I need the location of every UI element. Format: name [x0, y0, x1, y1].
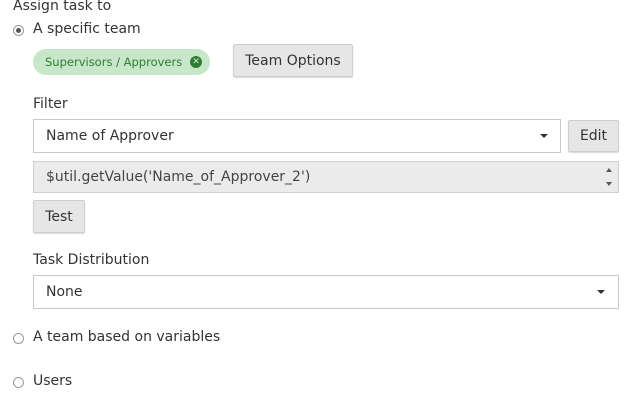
radio-specific-team[interactable]: [13, 25, 24, 36]
filter-select[interactable]: Name of Approver: [33, 119, 561, 153]
filter-select-value: Name of Approver: [46, 128, 174, 144]
scroll-down-icon[interactable]: [606, 182, 612, 186]
assign-task-heading: Assign task to: [13, 0, 112, 14]
task-distribution-select[interactable]: None: [33, 275, 619, 309]
team-options-button[interactable]: Team Options: [233, 44, 353, 77]
test-button[interactable]: Test: [33, 200, 85, 233]
scroll-up-icon[interactable]: [606, 168, 612, 172]
radio-users-label[interactable]: Users: [33, 373, 72, 389]
filter-expression-field[interactable]: $util.getValue('Name_of_Approver_2'): [33, 161, 619, 193]
chevron-down-icon: [597, 290, 605, 294]
remove-chip-icon[interactable]: ✕: [190, 56, 203, 68]
chevron-down-icon: [540, 134, 548, 138]
filter-label: Filter: [33, 96, 68, 112]
radio-users[interactable]: [13, 377, 24, 388]
task-distribution-label: Task Distribution: [33, 252, 150, 268]
filter-expression-value: $util.getValue('Name_of_Approver_2'): [46, 169, 311, 185]
task-distribution-value: None: [46, 284, 83, 300]
team-chip: Supervisors / Approvers ✕: [33, 49, 211, 75]
radio-team-variables[interactable]: [13, 333, 24, 344]
radio-team-variables-label[interactable]: A team based on variables: [33, 329, 220, 345]
edit-button[interactable]: Edit: [568, 120, 619, 152]
radio-specific-team-label[interactable]: A specific team: [33, 21, 141, 37]
team-chip-label: Supervisors / Approvers: [45, 55, 183, 69]
